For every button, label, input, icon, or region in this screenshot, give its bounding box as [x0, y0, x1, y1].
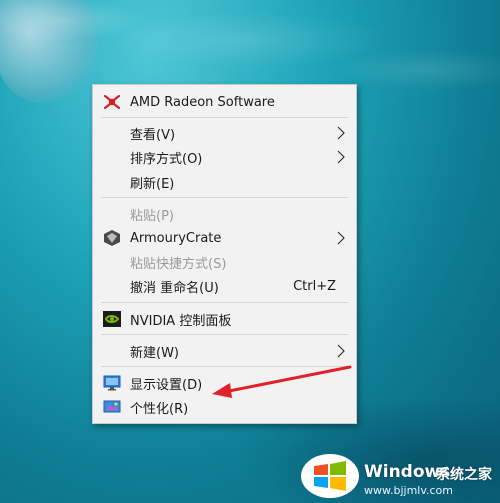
watermark-logo: Windows 系统之家 www.bjjmlv.com: [300, 448, 495, 500]
watermark-brand-text: 系统之家: [436, 467, 492, 483]
watermark-url: www.bjjmlv.com: [364, 484, 453, 497]
annotation-arrow: [212, 365, 352, 398]
windows-logo-icon: [301, 454, 359, 498]
